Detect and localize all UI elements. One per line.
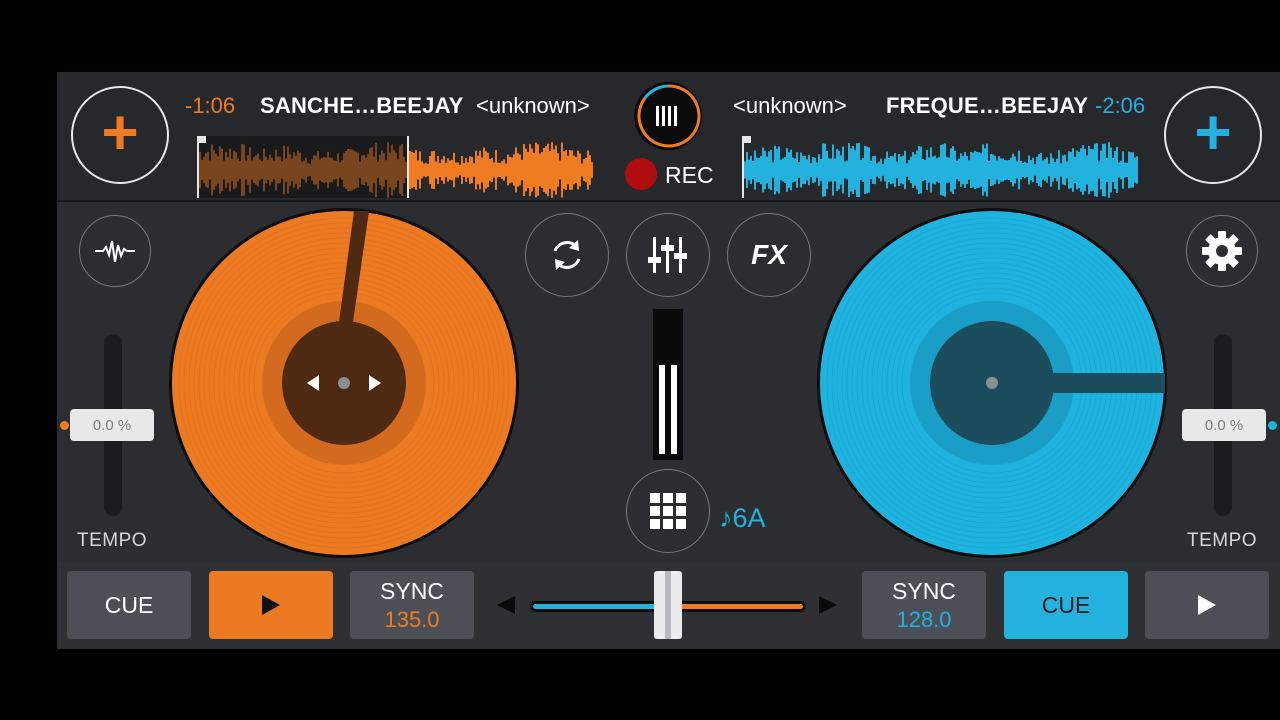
waveform-pulse-icon xyxy=(95,240,135,263)
left-play-button[interactable] xyxy=(209,571,333,639)
right-track-title: FREQUE…BEEJAY xyxy=(886,93,1089,118)
chevron-right-icon xyxy=(819,596,837,614)
play-icon xyxy=(1198,595,1216,615)
play-icon xyxy=(262,595,280,615)
fx-button[interactable]: FX xyxy=(727,213,811,297)
record-button[interactable] xyxy=(625,158,657,190)
right-sync-label: SYNC xyxy=(892,577,956,604)
right-time-remaining: -2:06 xyxy=(1095,93,1146,118)
level-meter xyxy=(653,309,683,460)
left-level-bar xyxy=(659,365,665,454)
logo-dial-icon xyxy=(634,82,702,150)
left-track-title: SANCHE…BEEJAY xyxy=(260,93,464,118)
musical-key-label: ♪6A xyxy=(719,503,766,533)
plus-icon: + xyxy=(101,96,139,168)
loop-button[interactable] xyxy=(525,213,609,297)
mixer-button[interactable] xyxy=(626,213,710,297)
left-tempo-value[interactable]: 0.0 % xyxy=(70,409,154,441)
left-spindle xyxy=(338,377,350,389)
crossfader-knob-line xyxy=(665,571,671,639)
left-turntable[interactable] xyxy=(167,206,521,560)
right-track-artist: <unknown> xyxy=(733,93,847,118)
right-turntable[interactable] xyxy=(815,206,1169,560)
right-platter-marker xyxy=(1045,373,1165,393)
transport-bar: CUE SYNC 135.0 SYNC 128.0 CUE xyxy=(57,563,1280,649)
right-bpm: 128.0 xyxy=(896,606,952,632)
grid-icon xyxy=(650,493,686,529)
fx-label: FX xyxy=(751,239,787,270)
crossfader-right-arrow[interactable] xyxy=(819,596,837,619)
left-sync-label: SYNC xyxy=(380,577,444,604)
left-cue-button[interactable]: CUE xyxy=(67,571,191,639)
right-load-track-button[interactable]: + xyxy=(1164,86,1262,184)
dj-app: + -1:06 SANCHE…BEEJAY <unknown> REC <unk… xyxy=(57,72,1280,649)
left-waveform[interactable] xyxy=(197,136,593,198)
left-time-remaining: -1:06 xyxy=(185,93,236,118)
crossfader-left-arrow[interactable] xyxy=(497,596,515,619)
right-play-button[interactable] xyxy=(1145,571,1269,639)
crossfader-left-fill xyxy=(533,604,666,609)
right-level-bar xyxy=(671,365,677,454)
left-bpm: 135.0 xyxy=(384,606,440,632)
gear-icon xyxy=(1202,231,1242,271)
left-tempo-label: TEMPO xyxy=(77,530,148,551)
sampler-button[interactable] xyxy=(626,469,710,553)
sync-arrows-icon xyxy=(553,240,581,270)
plus-icon: + xyxy=(1194,96,1232,168)
right-waveform[interactable] xyxy=(742,136,1138,198)
app-logo[interactable] xyxy=(632,80,704,152)
right-tempo-value[interactable]: 0.0 % xyxy=(1182,409,1266,441)
left-sync-button[interactable]: SYNC 135.0 xyxy=(350,571,474,639)
left-load-track-button[interactable]: + xyxy=(71,86,169,184)
right-sync-button[interactable]: SYNC 128.0 xyxy=(862,571,986,639)
right-cue-label: CUE xyxy=(1041,591,1091,618)
left-track-artist: <unknown> xyxy=(476,93,590,118)
left-analysis-button[interactable] xyxy=(79,215,151,287)
settings-button[interactable] xyxy=(1186,215,1258,287)
right-cue-button[interactable]: CUE xyxy=(1004,571,1128,639)
left-cue-label: CUE xyxy=(104,591,154,618)
right-spindle xyxy=(986,377,998,389)
top-bar: + -1:06 SANCHE…BEEJAY <unknown> REC <unk… xyxy=(57,72,1280,202)
crossfader-right-fill xyxy=(670,604,803,609)
right-tempo-marker xyxy=(1268,421,1277,430)
right-tempo-label: TEMPO xyxy=(1187,530,1258,551)
left-tempo-marker xyxy=(60,421,69,430)
chevron-left-icon xyxy=(497,596,515,614)
sliders-icon xyxy=(648,237,687,273)
record-label: REC xyxy=(665,162,714,188)
crossfader-knob[interactable] xyxy=(654,571,682,639)
